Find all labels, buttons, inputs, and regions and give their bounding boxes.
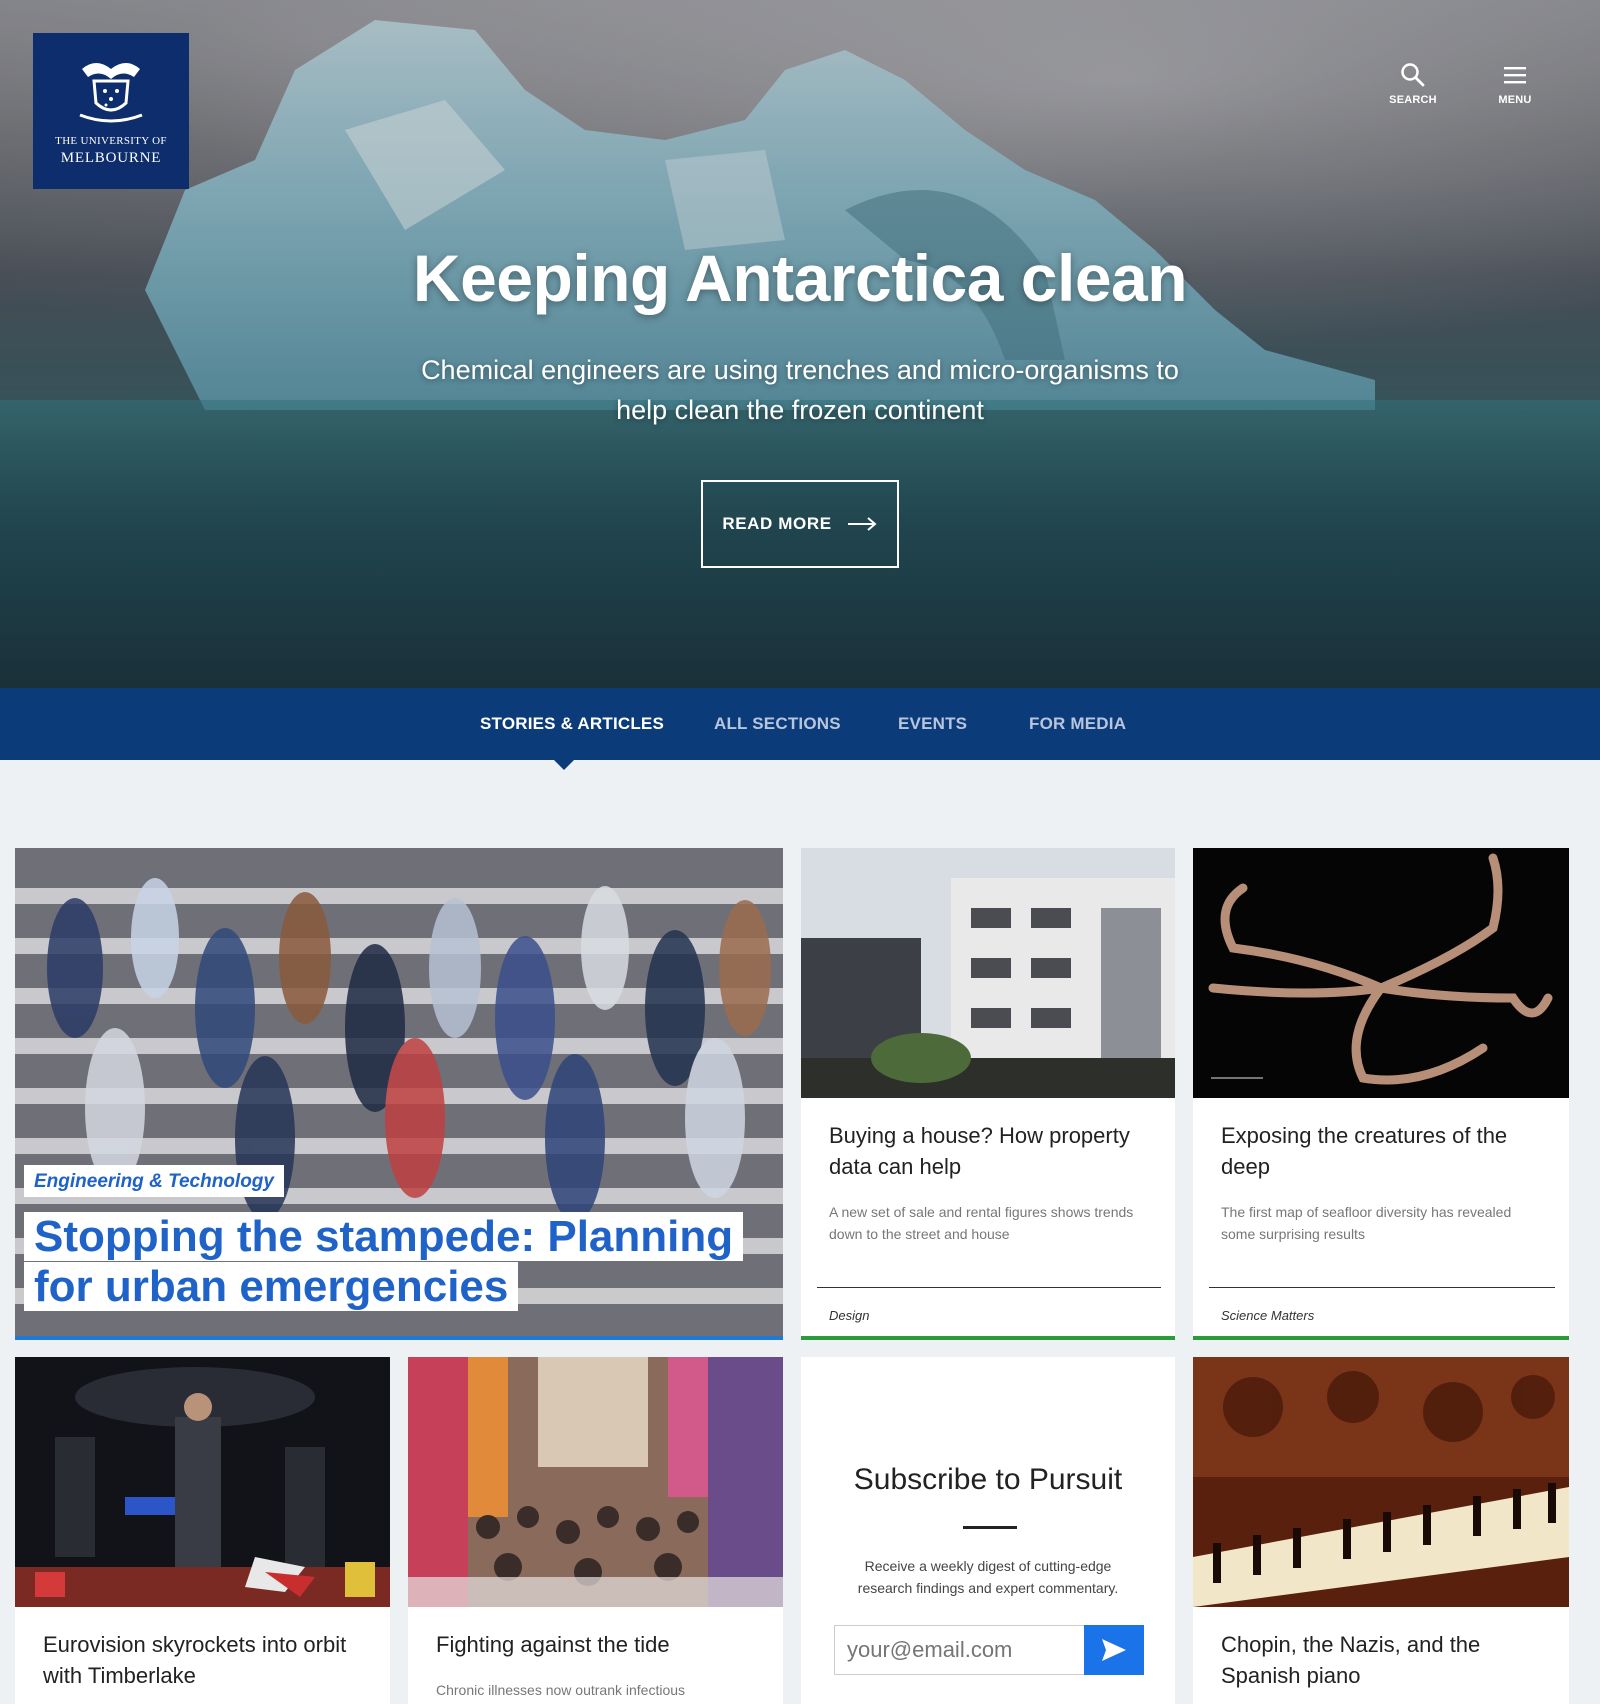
hero-banner xyxy=(0,0,1600,688)
email-field[interactable] xyxy=(834,1625,1084,1675)
university-logo[interactable]: THE UNIVERSITY OF MELBOURNE xyxy=(33,33,189,189)
logo-text-large: MELBOURNE xyxy=(60,150,162,166)
article-card-tide[interactable]: Fighting against the tide Chronic illnes… xyxy=(408,1357,783,1704)
menu-label: MENU xyxy=(1498,94,1532,106)
subscribe-card: Subscribe to Pursuit Receive a weekly di… xyxy=(801,1357,1175,1704)
search-label: SEARCH xyxy=(1389,94,1437,106)
card-title: Chopin, the Nazis, and the Spanish piano xyxy=(1221,1632,1481,1688)
card-description: A new set of sale and rental figures sho… xyxy=(829,1204,1134,1242)
market-crowd-image xyxy=(408,1357,783,1607)
read-more-label: READ MORE xyxy=(722,514,832,533)
card-category[interactable]: Science Matters xyxy=(1221,1308,1314,1323)
card-accent-bar xyxy=(1193,1336,1569,1340)
hamburger-icon xyxy=(1504,67,1526,84)
active-tab-indicator xyxy=(554,760,574,770)
subscribe-submit-button[interactable] xyxy=(1084,1625,1144,1675)
article-card-property[interactable]: Buying a house? How property data can he… xyxy=(801,848,1175,1340)
nav-stories-articles[interactable]: STORIES & ARTICLES xyxy=(480,688,664,760)
section-nav: STORIES & ARTICLES ALL SECTIONS EVENTS F… xyxy=(0,688,1600,760)
arrow-right-icon xyxy=(847,517,877,531)
card-title: Exposing the creatures of the deep xyxy=(1221,1123,1508,1179)
subscribe-divider xyxy=(963,1526,1017,1529)
featured-category[interactable]: Engineering & Technology xyxy=(24,1165,284,1197)
hero-subtitle: Chemical engineers are using trenches an… xyxy=(421,355,1179,425)
featured-title-line-2: for urban emergencies xyxy=(24,1262,519,1311)
nav-for-media[interactable]: FOR MEDIA xyxy=(1029,688,1126,760)
search-icon xyxy=(1401,63,1425,87)
logo-text-small: THE UNIVERSITY OF xyxy=(55,135,167,147)
send-icon xyxy=(1102,1639,1126,1661)
card-title: Fighting against the tide xyxy=(436,1632,670,1657)
subscribe-description: Receive a weekly digest of cutting-edge … xyxy=(857,1558,1119,1596)
concert-stage-image xyxy=(15,1357,390,1607)
apartment-building-image xyxy=(801,848,1175,1098)
search-button[interactable]: SEARCH xyxy=(1378,62,1448,106)
nav-events[interactable]: EVENTS xyxy=(898,688,967,760)
hero-overlay xyxy=(0,0,1600,688)
antique-piano-image xyxy=(1193,1357,1569,1607)
card-accent-bar xyxy=(801,1336,1175,1340)
featured-title-line-1: Stopping the stampede: Planning xyxy=(24,1212,744,1261)
crest-icon xyxy=(79,63,143,123)
brittle-star-image xyxy=(1193,848,1569,1098)
card-title: Eurovision skyrockets into orbit with Ti… xyxy=(43,1632,347,1688)
feature-accent-bar xyxy=(15,1336,783,1340)
hero-title: Keeping Antarctica clean xyxy=(412,241,1188,315)
featured-title[interactable]: Stopping the stampede: Planning for urba… xyxy=(24,1212,744,1312)
card-description: Chronic illnesses now outrank infectious xyxy=(436,1682,686,1698)
article-card-deep-sea[interactable]: Exposing the creatures of the deep The f… xyxy=(1193,848,1569,1340)
card-divider xyxy=(817,1287,1161,1288)
read-more-button[interactable]: READ MORE xyxy=(701,480,899,568)
card-title: Buying a house? How property data can he… xyxy=(829,1123,1130,1179)
card-divider xyxy=(1209,1287,1555,1288)
article-card-chopin[interactable]: Chopin, the Nazis, and the Spanish piano xyxy=(1193,1357,1569,1704)
subscribe-title: Subscribe to Pursuit xyxy=(853,1463,1123,1496)
article-card-eurovision[interactable]: Eurovision skyrockets into orbit with Ti… xyxy=(15,1357,390,1704)
card-category[interactable]: Design xyxy=(829,1308,869,1323)
menu-button[interactable]: MENU xyxy=(1480,62,1550,106)
card-description: The first map of seafloor diversity has … xyxy=(1221,1204,1512,1242)
nav-all-sections[interactable]: ALL SECTIONS xyxy=(714,688,841,760)
